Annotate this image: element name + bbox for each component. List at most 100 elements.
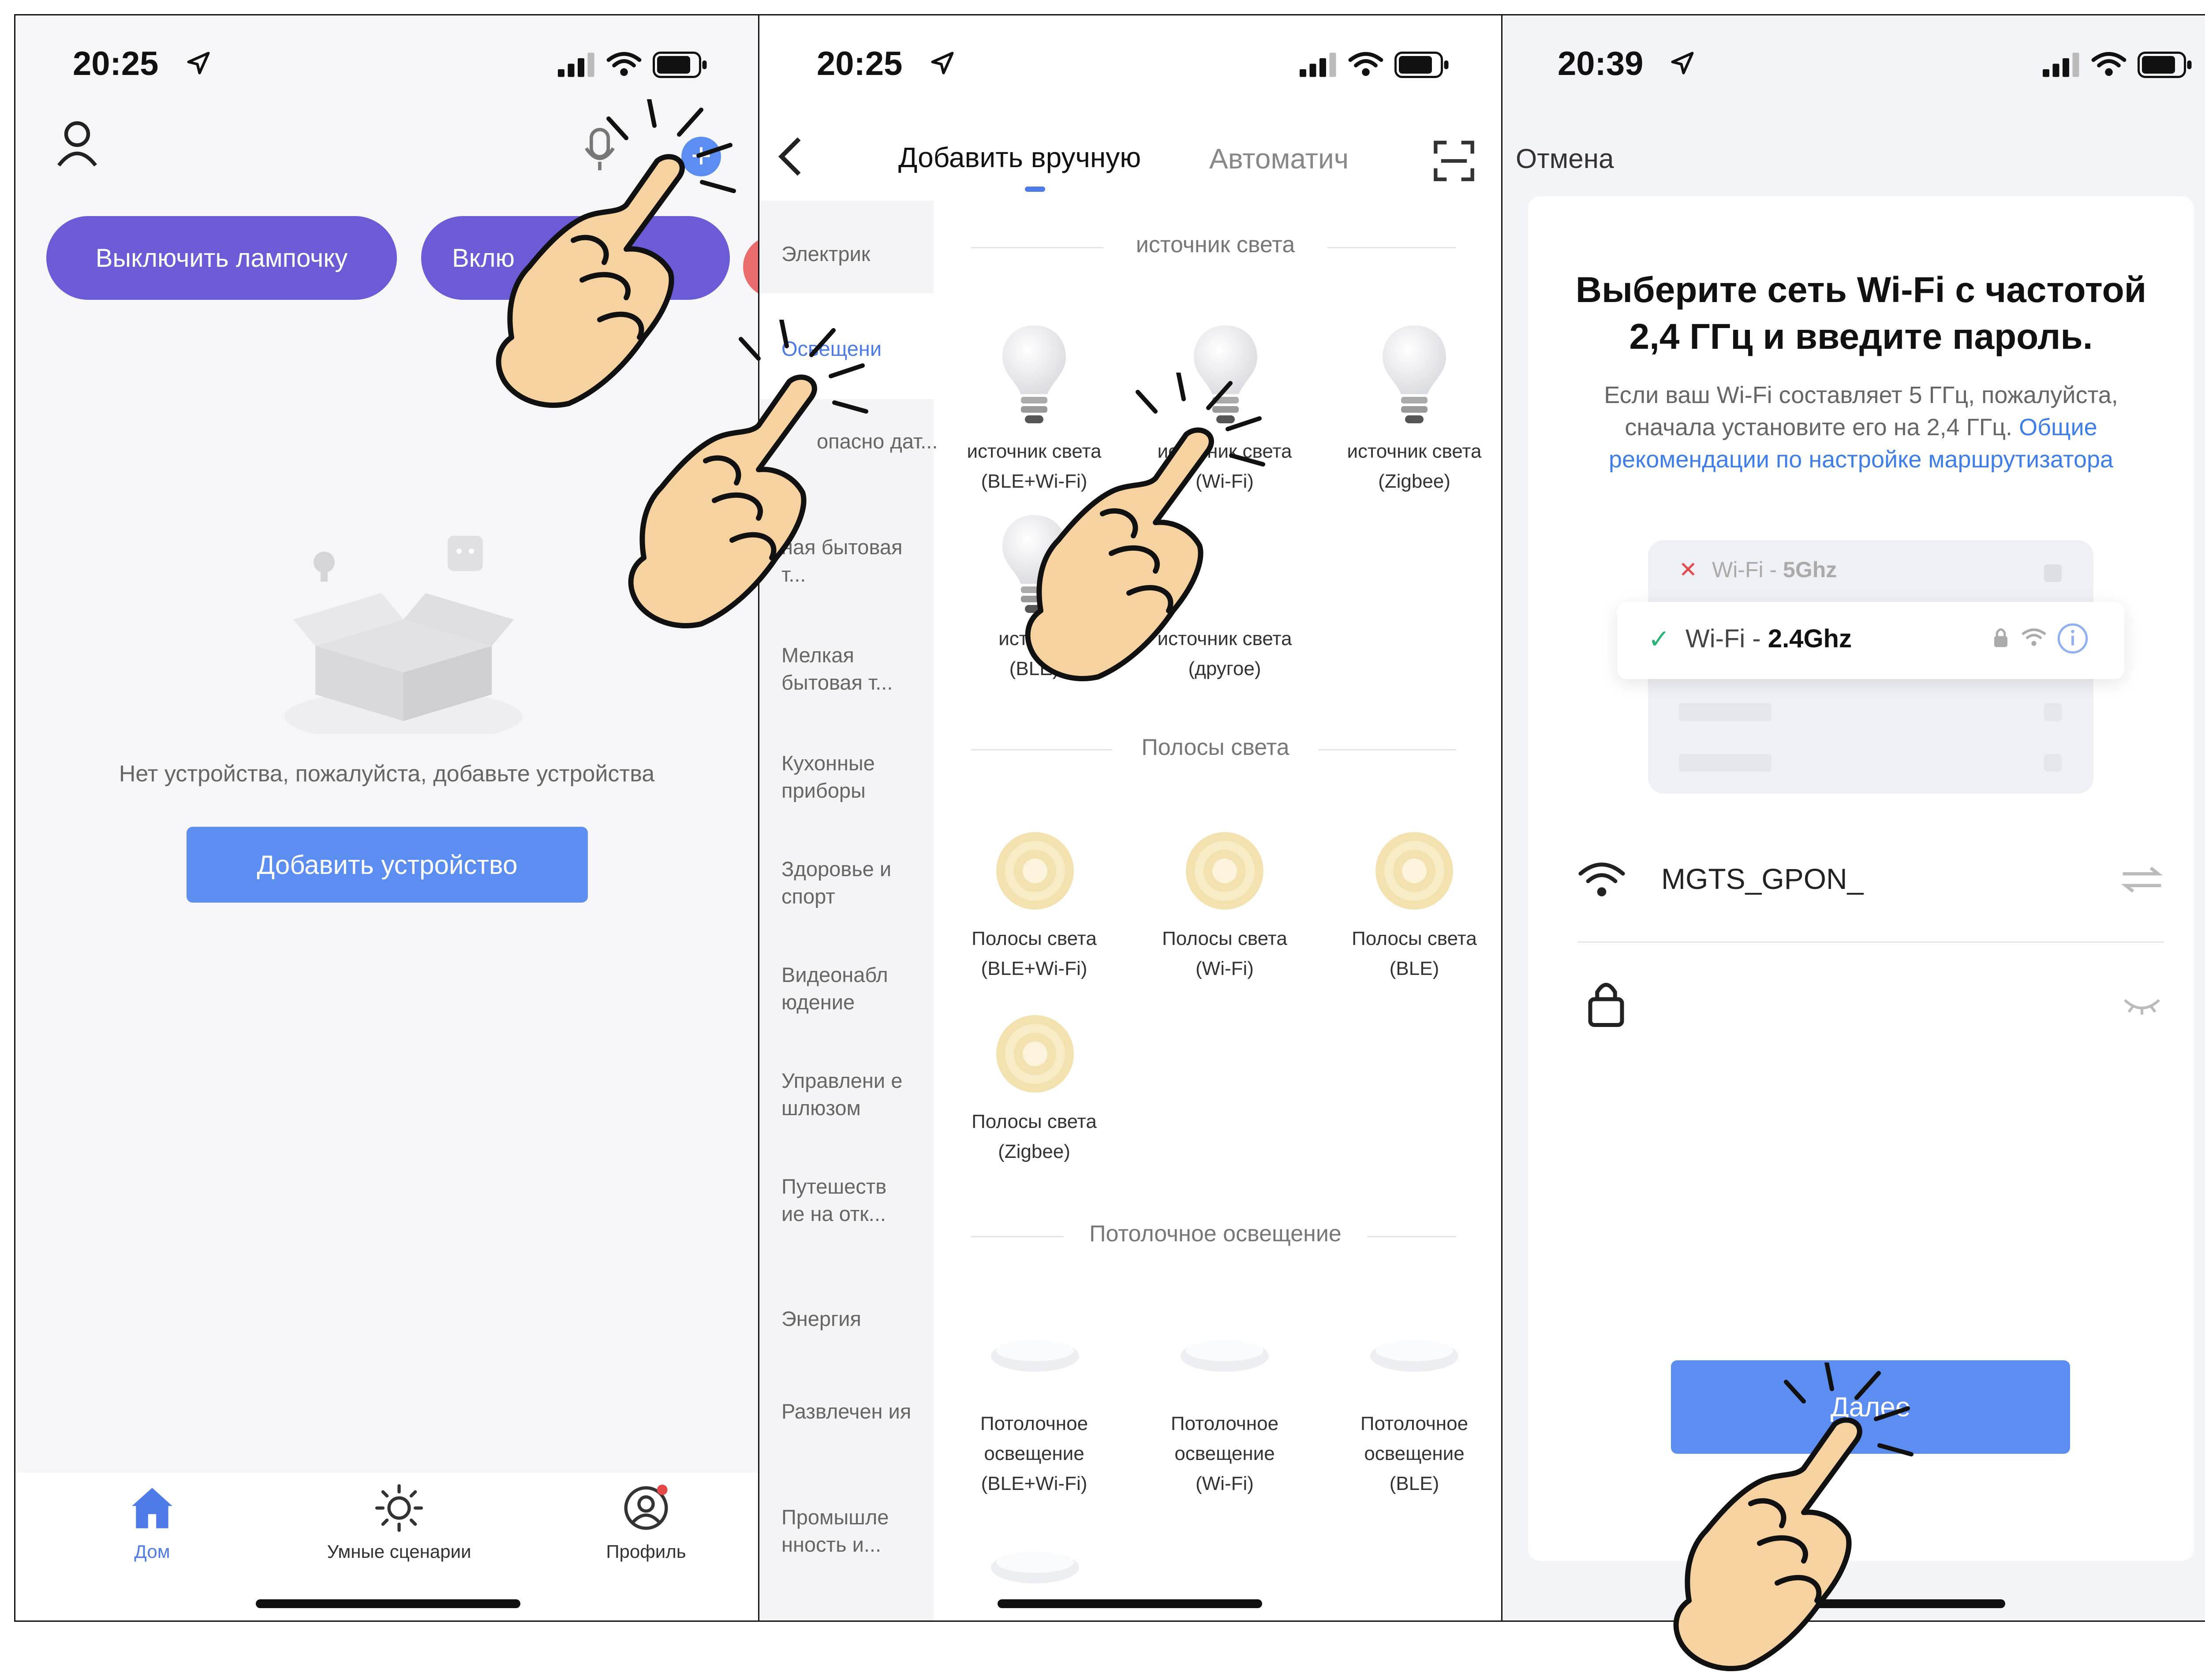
scene-chip-partial[interactable] bbox=[743, 236, 758, 298]
device-strip-wifi[interactable]: Полосы света (Wi-Fi) bbox=[1136, 924, 1313, 984]
password-field[interactable] bbox=[1661, 977, 2102, 1025]
light-strip-icon bbox=[1375, 832, 1453, 910]
section-title-light-source: источник света bbox=[1103, 231, 1327, 258]
back-chevron-icon[interactable] bbox=[777, 134, 804, 179]
tab-smart-scenes[interactable]: Умные сценарии bbox=[298, 1484, 501, 1572]
wifi-prefix: Wi-Fi - bbox=[1712, 557, 1783, 582]
wifi-small-icon bbox=[2022, 628, 2046, 646]
add-device-button[interactable]: Добавить устройство bbox=[187, 827, 588, 903]
device-light-wifi[interactable]: источник света (Wi-Fi) bbox=[1136, 437, 1313, 497]
category-industry[interactable]: Промышле нность и... bbox=[781, 1504, 914, 1558]
tab-add-manually[interactable]: Добавить вручную bbox=[898, 141, 1141, 174]
cross-icon: ✕ bbox=[1679, 557, 1697, 582]
device-label-line: освещение bbox=[1174, 1443, 1275, 1464]
device-label-line: (Wi-Fi) bbox=[1196, 470, 1254, 492]
router-guide-link[interactable]: Общие bbox=[2019, 414, 2097, 441]
placeholder-block bbox=[2044, 703, 2062, 721]
profile-icon bbox=[624, 1484, 668, 1530]
category-health[interactable]: Здоровье и спорт bbox=[781, 855, 914, 910]
wifi-5ghz-label: Wi-Fi - 5Ghz bbox=[1712, 557, 1837, 582]
wifi-setup-screen: 20:39 Отмена Выберите сеть Wi-Fi с часто… bbox=[1501, 14, 2205, 1622]
device-label-line: (BLE+Wi-Fi) bbox=[981, 470, 1088, 492]
device-label-line: Полосы света bbox=[972, 1111, 1097, 1132]
tab-smart-scenes-label: Умные сценарии bbox=[327, 1541, 471, 1562]
wifi-prefix: Wi-Fi - bbox=[1686, 624, 1768, 653]
cancel-button[interactable]: Отмена bbox=[1516, 143, 1614, 175]
category-video[interactable]: Видеонабл юдение bbox=[781, 961, 914, 1016]
next-button[interactable]: Далее bbox=[1671, 1360, 2070, 1454]
ceiling-lamp-icon bbox=[991, 1340, 1079, 1372]
home-screen: 20:25 + Выключить лампочку Вклю Нет устр… bbox=[14, 14, 758, 1622]
device-label-line: (BLE) bbox=[1009, 658, 1059, 679]
bulb-icon bbox=[1383, 325, 1446, 423]
category-kitchen[interactable]: Кухонные приборы bbox=[781, 750, 923, 804]
category-electric[interactable]: Электрик bbox=[781, 240, 923, 268]
category-security[interactable]: опасно дат... bbox=[817, 428, 949, 455]
placeholder-block bbox=[1679, 754, 1771, 772]
category-lighting[interactable]: Освещени bbox=[781, 335, 923, 362]
instruction-line: сначала установите его на 2,4 ГГц. bbox=[1625, 414, 2013, 441]
title-line: Выберите сеть Wi-Fi с частотой bbox=[1575, 270, 2147, 310]
tab-automatic[interactable]: Автоматич bbox=[1209, 142, 1366, 175]
light-strip-icon bbox=[996, 1015, 1074, 1093]
eye-closed-icon[interactable] bbox=[2122, 994, 2162, 1016]
device-ceiling-wifi[interactable]: Потолочное освещение (Wi-Fi) bbox=[1136, 1409, 1313, 1499]
status-time: 20:25 bbox=[73, 45, 159, 82]
device-ceiling-ble-wifi[interactable]: Потолочное освещение (BLE+Wi-Fi) bbox=[946, 1409, 1122, 1499]
ceiling-lamp-icon bbox=[991, 1552, 1079, 1583]
placeholder-block bbox=[2044, 754, 2062, 772]
device-strip-zigbee[interactable]: Полосы света (Zigbee) bbox=[946, 1107, 1122, 1167]
device-label-line: (BLE) bbox=[1389, 958, 1439, 979]
device-light-zigbee[interactable]: источник света (Zigbee) bbox=[1326, 437, 1501, 497]
location-arrow-icon bbox=[1671, 52, 1694, 75]
switch-network-icon[interactable] bbox=[2120, 864, 2164, 895]
device-label-line: источни bbox=[998, 628, 1070, 650]
wifi-band: 2.4Ghz bbox=[1768, 624, 1852, 653]
device-light-ble[interactable]: источни (BLE) bbox=[946, 624, 1122, 684]
instruction-line: Если ваш Wi-Fi составляет 5 ГГц, пожалуй… bbox=[1604, 382, 2118, 408]
add-device-screen: 20:25 Добавить вручную Автоматич Электри… bbox=[758, 14, 1501, 1622]
instruction-text: Если ваш Wi-Fi составляет 5 ГГц, пожалуй… bbox=[1528, 379, 2194, 476]
field-divider bbox=[1577, 941, 2164, 943]
home-indicator bbox=[256, 1599, 520, 1608]
scan-icon[interactable] bbox=[1432, 139, 1476, 183]
tab-profile[interactable]: Профиль bbox=[576, 1484, 717, 1572]
section-title-light-strips: Полосы света bbox=[1112, 734, 1319, 761]
lock-icon bbox=[1588, 983, 1624, 1027]
user-icon[interactable] bbox=[55, 119, 99, 168]
device-label-line: Полосы света bbox=[1352, 928, 1477, 949]
sun-icon bbox=[375, 1484, 423, 1532]
location-arrow-icon bbox=[931, 52, 954, 75]
scene-chip-turn-off-lamp[interactable]: Выключить лампочку bbox=[46, 216, 397, 300]
device-label-line: Полосы света bbox=[1162, 928, 1287, 949]
device-label-line: (Wi-Fi) bbox=[1196, 1473, 1254, 1494]
check-icon: ✓ bbox=[1648, 624, 1671, 654]
wifi-network-icon bbox=[1578, 862, 1625, 896]
ssid-field[interactable]: MGTS_GPON_ bbox=[1661, 862, 1863, 896]
device-light-ble-wifi[interactable]: источник света (BLE+Wi-Fi) bbox=[946, 437, 1122, 497]
category-travel[interactable]: Путешеств ие на отк... bbox=[781, 1173, 914, 1228]
device-label-line: источник света bbox=[1157, 628, 1292, 650]
category-gateway[interactable]: Управлени е шлюзом bbox=[781, 1067, 905, 1122]
device-label-line: (Wi-Fi) bbox=[1196, 958, 1254, 979]
add-device-plus-button[interactable]: + bbox=[681, 137, 721, 176]
battery-icon bbox=[2138, 52, 2192, 78]
device-light-other[interactable]: источник света (другое) bbox=[1136, 624, 1313, 684]
scene-chip-turn-on[interactable]: Вклю bbox=[421, 216, 730, 300]
location-arrow-icon bbox=[187, 52, 210, 75]
device-strip-ble-wifi[interactable]: Полосы света (BLE+Wi-Fi) bbox=[946, 924, 1122, 984]
status-time: 20:39 bbox=[1558, 45, 1644, 82]
category-entertainment[interactable]: Развлечен ия bbox=[781, 1398, 914, 1425]
device-strip-ble[interactable]: Полосы света (BLE) bbox=[1326, 924, 1501, 984]
device-ceiling-ble[interactable]: Потолочное освещение (BLE) bbox=[1326, 1409, 1501, 1499]
category-appliances[interactable]: ная бытовая т... bbox=[781, 534, 914, 588]
microphone-icon[interactable] bbox=[582, 128, 617, 172]
signal-icon bbox=[558, 52, 594, 77]
category-energy[interactable]: Энергия bbox=[781, 1305, 923, 1333]
category-small-appliances[interactable]: Мелкая бытовая т... bbox=[781, 642, 923, 696]
tab-home[interactable]: Дом bbox=[82, 1484, 223, 1572]
page-title: Выберите сеть Wi-Fi с частотой 2,4 ГГц и… bbox=[1528, 267, 2194, 360]
router-guide-link[interactable]: рекомендации по настройке маршрутизатора bbox=[1528, 444, 2194, 476]
wifi-icon bbox=[606, 52, 642, 76]
home-icon bbox=[132, 1488, 172, 1528]
